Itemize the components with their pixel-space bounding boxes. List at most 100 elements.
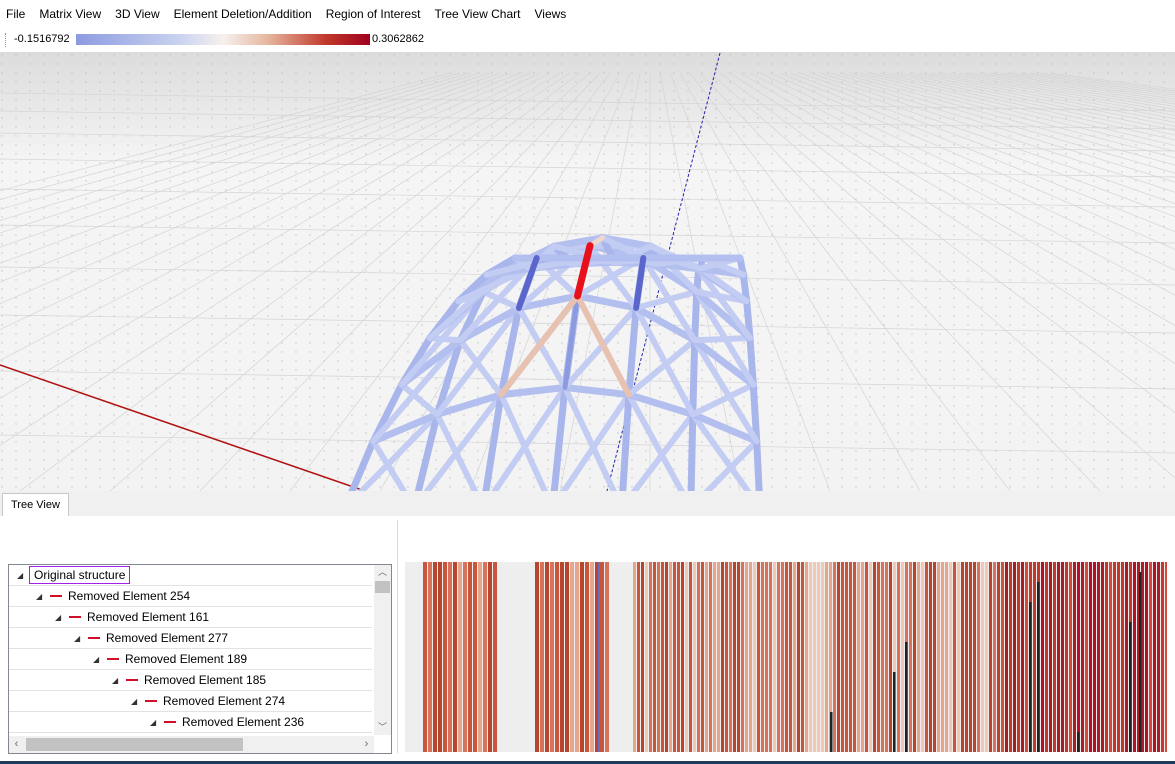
truss-element[interactable] — [687, 410, 697, 491]
heatmap-column — [637, 562, 640, 752]
chevron-up-icon[interactable]: ︿ — [374, 565, 391, 580]
heatmap-column — [633, 562, 636, 752]
chevron-down-icon[interactable]: ﹀ — [374, 720, 391, 735]
heatmap-column — [580, 562, 584, 752]
heatmap-column — [785, 562, 788, 752]
vertical-scroll-thumb[interactable] — [375, 581, 390, 593]
tree-item[interactable]: ◢ Removed Element 161 — [9, 607, 372, 628]
heatmap-column — [853, 562, 856, 752]
heatmap-column — [641, 562, 644, 752]
truss-element[interactable] — [691, 288, 701, 344]
heatmap-column — [565, 562, 569, 752]
heatmap-column — [765, 562, 768, 752]
heatmap-column — [540, 562, 544, 752]
heatmap-column — [1073, 562, 1076, 752]
expanded-triangle-icon[interactable]: ◢ — [150, 718, 162, 727]
heatmap-column — [733, 562, 736, 752]
heatmap-column — [448, 562, 452, 752]
tree-item[interactable]: ◢ Removed Element 189 — [9, 649, 372, 670]
tree-vertical-scrollbar[interactable]: ︿ ﹀ — [374, 565, 391, 735]
tab-tree-view[interactable]: Tree View — [2, 493, 69, 516]
menu-views[interactable]: Views — [527, 0, 573, 28]
heatmap-column — [909, 562, 912, 752]
horizontal-scroll-thumb[interactable] — [26, 738, 243, 751]
heatmap-column — [709, 562, 712, 752]
menu-element-deletion-addition[interactable]: Element Deletion/Addition — [167, 0, 319, 28]
tree-root-row[interactable]: ◢ Original structure — [9, 565, 372, 586]
tree-view[interactable]: ◢ Original structure ◢ Removed Element 25… — [8, 564, 392, 754]
expanded-triangle-icon[interactable]: ◢ — [55, 613, 67, 622]
truss-element[interactable] — [753, 437, 763, 491]
expanded-triangle-icon[interactable]: ◢ — [74, 634, 86, 643]
expanded-triangle-icon[interactable]: ◢ — [112, 676, 124, 685]
menu-3d-view[interactable]: 3D View — [108, 0, 166, 28]
toolbar-grip-icon[interactable] — [5, 33, 8, 47]
color-legend: -0.1516792 0.3062862 — [0, 28, 1175, 53]
heatmap-column — [550, 562, 554, 752]
heatmap-column — [937, 562, 940, 752]
heatmap-column — [941, 562, 944, 752]
heatmap-column — [1049, 562, 1052, 752]
heatmap-column — [600, 562, 604, 752]
heatmap-column — [725, 562, 728, 752]
heatmap-column — [673, 562, 676, 752]
expanded-triangle-icon[interactable]: ◢ — [36, 592, 48, 601]
tree-item[interactable]: ◢ Removed Element 277 — [9, 628, 372, 649]
tree-item-label: Removed Element 236 — [182, 715, 305, 729]
truss-element[interactable] — [689, 336, 699, 418]
tree-horizontal-scrollbar[interactable]: ‹ › — [9, 736, 374, 753]
heatmap-column — [428, 562, 432, 752]
tree-item-label: Removed Element 161 — [87, 610, 210, 624]
expanded-triangle-icon[interactable]: ◢ — [17, 571, 29, 580]
heatmap-column — [669, 562, 672, 752]
chevron-left-icon[interactable]: ‹ — [9, 736, 24, 753]
heatmap-column — [929, 562, 932, 752]
heatmap-marker — [830, 712, 833, 752]
expanded-triangle-icon[interactable]: ◢ — [131, 697, 143, 706]
menu-matrix-view[interactable]: Matrix View — [32, 0, 108, 28]
menu-file[interactable]: File — [0, 0, 32, 28]
heatmap-column — [717, 562, 720, 752]
heatmap-column — [1005, 562, 1008, 752]
heatmap-column — [493, 562, 497, 752]
heatmap-column — [433, 562, 437, 752]
heatmap-column — [1089, 562, 1092, 752]
heatmap-column — [949, 562, 952, 752]
heatmap-column — [677, 562, 680, 752]
heatmap-column — [777, 562, 780, 752]
menu-bar: File Matrix View 3D View Element Deletio… — [0, 0, 1175, 28]
heatmap-column — [423, 562, 427, 752]
menu-region-of-interest[interactable]: Region of Interest — [319, 0, 428, 28]
heatmap-column — [653, 562, 656, 752]
heatmap-column — [1109, 562, 1112, 752]
3d-viewport[interactable] — [0, 53, 1175, 491]
heatmap-column — [1001, 562, 1004, 752]
heatmap-column — [478, 562, 482, 752]
heatmap-column — [997, 562, 1000, 752]
tree-item[interactable]: ◢ Removed Element 254 — [9, 586, 372, 607]
legend-color-bar — [76, 34, 370, 45]
heatmap-column — [901, 562, 904, 752]
element-heatmap[interactable] — [405, 562, 1167, 752]
heatmap-column — [801, 562, 804, 752]
legend-max-label: 0.3062862 — [372, 33, 424, 45]
heatmap-column — [1013, 562, 1016, 752]
tree-item[interactable]: ◢ Removed Element 185 — [9, 670, 372, 691]
tree-item[interactable]: ◢ Removed Element 274 — [9, 691, 372, 712]
heatmap-column — [861, 562, 864, 752]
heatmap-column — [885, 562, 888, 752]
heatmap-column — [697, 562, 700, 752]
expanded-triangle-icon[interactable]: ◢ — [93, 655, 105, 664]
heatmap-column — [585, 562, 589, 752]
tree-item-label: Removed Element 254 — [68, 589, 191, 603]
heatmap-column — [957, 562, 960, 752]
tree-item[interactable]: ◢ Removed Element 236 — [9, 712, 372, 733]
heatmap-column — [921, 562, 924, 752]
heatmap-column — [1061, 562, 1064, 752]
menu-tree-view-chart[interactable]: Tree View Chart — [427, 0, 527, 28]
panel-splitter[interactable] — [397, 520, 398, 753]
chevron-right-icon[interactable]: › — [359, 736, 374, 753]
heatmap-column — [645, 562, 648, 752]
heatmap-column — [881, 562, 884, 752]
heatmap-column — [560, 562, 564, 752]
